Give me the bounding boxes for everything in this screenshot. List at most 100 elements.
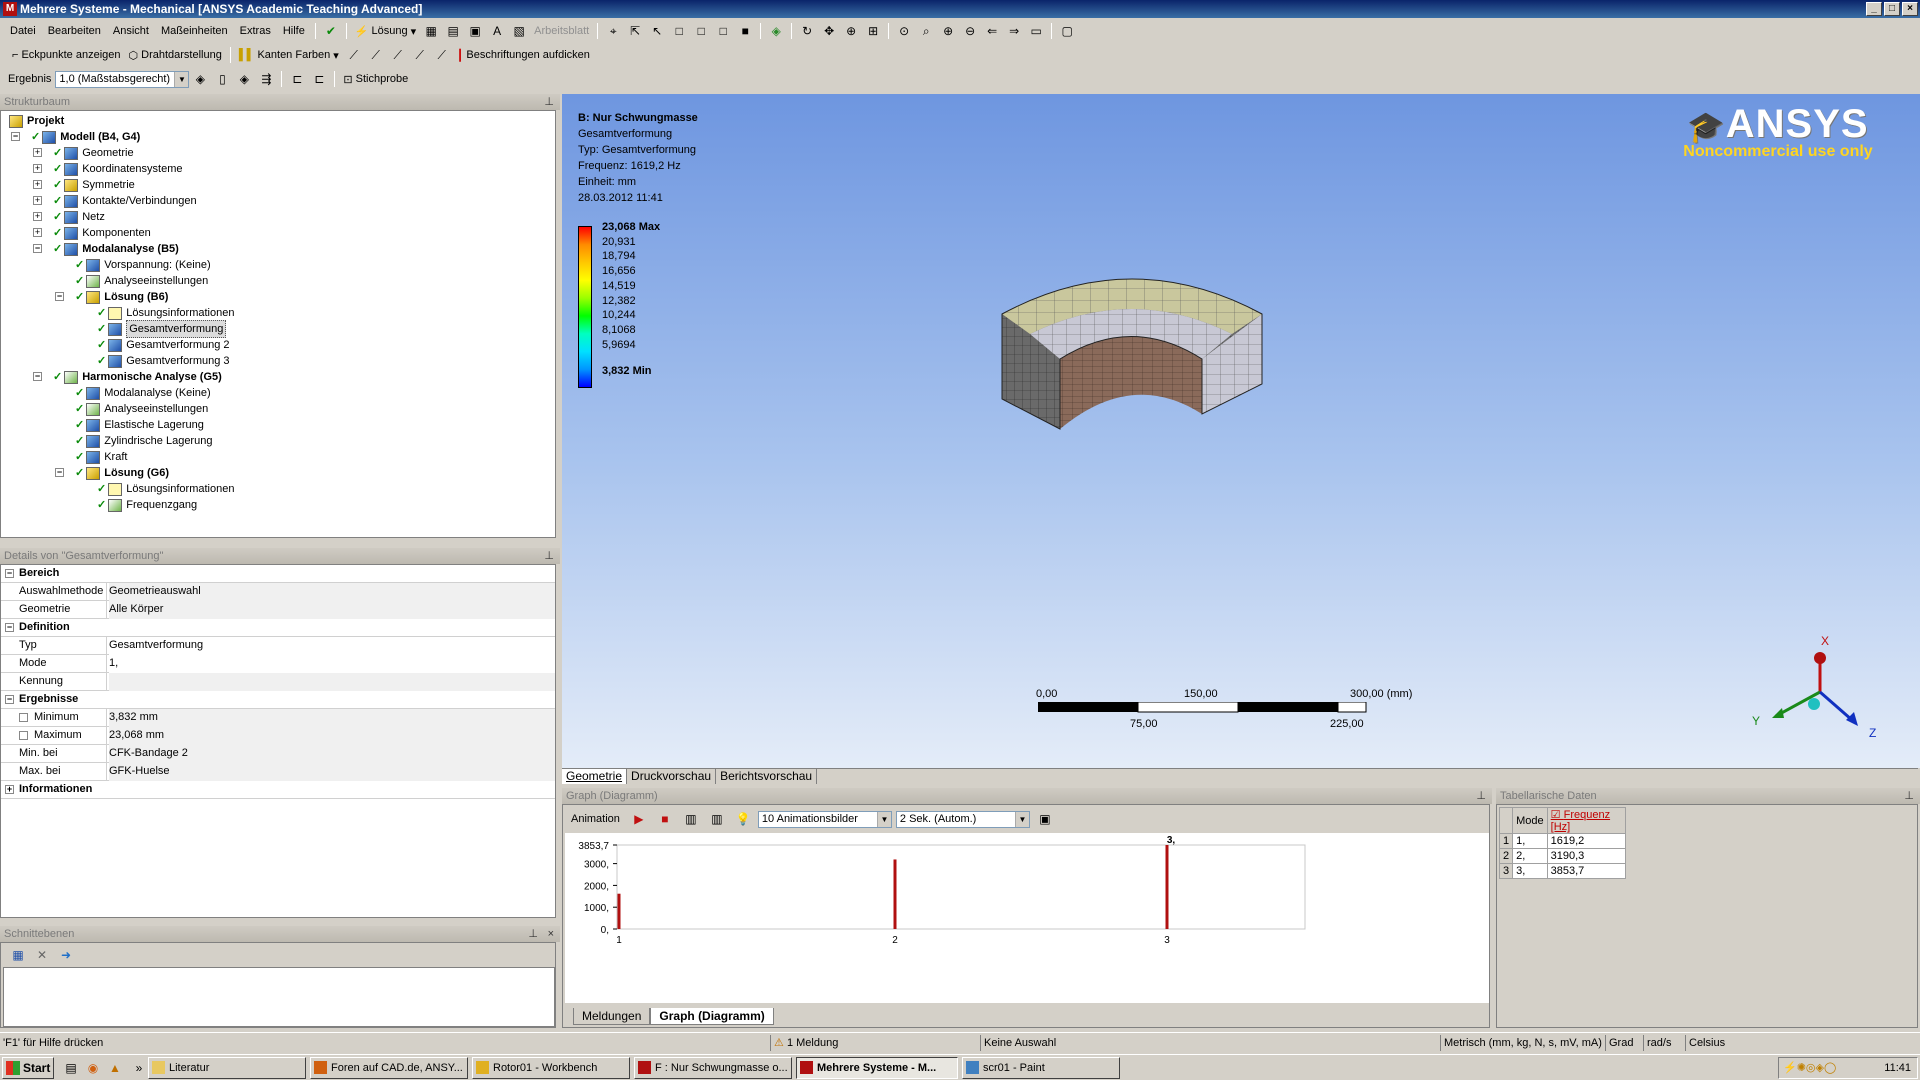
table-cell[interactable]: 3190,3 [1546, 848, 1626, 864]
tree-item[interactable]: − ✓ Modell (B4, G4) [11, 129, 140, 145]
min-label-icon[interactable]: ⊏ [310, 70, 328, 88]
geometry-display-icon[interactable]: ◈ [191, 70, 209, 88]
face-select-icon[interactable]: □ [714, 22, 732, 40]
vertex-select-icon[interactable]: □ [670, 22, 688, 40]
column-header[interactable]: Mode [1512, 807, 1548, 834]
frequency-chart-area[interactable]: 0, 1000, 2000, 3000, 3853,7 1 2 3 3, [565, 833, 1489, 1003]
tree-item[interactable]: ✓ Gesamtverformung 2 [97, 337, 230, 353]
expand-icon[interactable]: + [33, 148, 42, 157]
tree-item[interactable]: + ✓ Komponenten [33, 225, 151, 241]
tree-item[interactable]: + ✓ Geometrie [33, 145, 134, 161]
row-value[interactable]: Geometrieauswahl [109, 583, 555, 601]
expand-icon[interactable]: + [33, 196, 42, 205]
tree-item[interactable]: − ✓ Lösung (G6) [55, 465, 169, 481]
new-section-plane-icon[interactable]: ▦ [9, 946, 27, 964]
checkbox-checked-icon[interactable]: ☑ [1551, 809, 1561, 821]
group-informationen[interactable]: + Informationen [1, 781, 555, 799]
expand-icon[interactable]: + [33, 164, 42, 173]
menu-ansicht[interactable]: Ansicht [107, 25, 155, 37]
viewport-layout-icon[interactable]: ▢ [1058, 22, 1076, 40]
tab-meldungen[interactable]: Meldungen [573, 1008, 651, 1025]
group-definition[interactable]: − Definition [1, 619, 555, 637]
pin-icon[interactable]: ⊥ [544, 548, 554, 564]
ansys-quicklaunch-icon[interactable]: ▲ [106, 1059, 124, 1077]
status-temperature[interactable]: Celsius [1685, 1035, 1920, 1051]
collapse-icon[interactable]: − [5, 569, 14, 578]
export-video-icon[interactable]: ▣ [1036, 810, 1054, 828]
row-value[interactable] [109, 673, 555, 691]
table-row[interactable]: 3 3, 3853,7 [1498, 863, 1626, 879]
tray-icons[interactable]: ⚡✺◎◈◯ [1783, 1058, 1836, 1078]
collapse-icon[interactable]: − [33, 244, 42, 253]
next-view-icon[interactable]: ⇒ [1005, 22, 1023, 40]
tree-item[interactable]: ✓ Analyseeinstellungen [75, 273, 208, 289]
close-icon[interactable]: × [548, 926, 554, 942]
zoom-icon[interactable]: ⊕ [842, 22, 860, 40]
edge-style-3-icon[interactable]: ⟋ [389, 46, 407, 64]
row-typ[interactable]: Typ Gesamtverformung [1, 637, 555, 655]
zoom-box-icon[interactable]: ⊞ [864, 22, 882, 40]
magnifier-icon[interactable]: ⌕ [917, 22, 935, 40]
wireframe-button[interactable]: ⬡ Drahtdarstellung [125, 49, 226, 62]
start-button[interactable]: Start [2, 1057, 54, 1079]
body-select-icon[interactable]: ■ [736, 22, 754, 40]
parameter-checkbox[interactable] [19, 730, 28, 740]
result-sets-icon[interactable]: ▥ [708, 810, 726, 828]
pin-icon[interactable]: ⊥ [1476, 788, 1486, 804]
lightbulb-icon[interactable]: 💡 [734, 810, 752, 828]
explorer-quicklaunch-icon[interactable]: ▤ [62, 1059, 80, 1077]
menu-datei[interactable]: Datei [4, 25, 42, 37]
task-paint[interactable]: scr01 - Paint [962, 1057, 1120, 1079]
worksheet-button[interactable]: Arbeitsblatt [530, 25, 593, 37]
image-icon[interactable]: ▧ [510, 22, 528, 40]
zoom-out-icon[interactable]: ⊖ [961, 22, 979, 40]
tree-item[interactable]: ✓ Frequenzgang [97, 497, 197, 513]
expand-icon[interactable]: + [33, 228, 42, 237]
axis-triad[interactable] [1762, 634, 1872, 734]
expand-icon[interactable]: + [5, 785, 14, 794]
edge-style-5-icon[interactable]: ⟋ [433, 46, 451, 64]
frequency-table[interactable]: Mode ☑ Frequenz [Hz] 1 1, 1619,2 2 2, 31… [1498, 807, 1626, 879]
status-messages[interactable]: ⚠ 1 Meldung [770, 1035, 980, 1051]
check-icon[interactable]: ✔ [322, 22, 340, 40]
menu-masseinheiten[interactable]: Maßeinheiten [155, 25, 234, 37]
row-geometrie[interactable]: Geometrie Alle Körper [1, 601, 555, 619]
thicken-annotations-button[interactable]: ┃ Beschriftungen aufdicken [453, 49, 594, 62]
tree-item[interactable]: ✓ Elastische Lagerung [75, 417, 204, 433]
model-3d[interactable] [982, 264, 1282, 444]
vector-icon[interactable]: ⇶ [257, 70, 275, 88]
tree-item[interactable]: Projekt [9, 113, 64, 129]
row-kennung[interactable]: Kennung [1, 673, 555, 691]
edge-style-2-icon[interactable]: ⟋ [367, 46, 385, 64]
tree-item[interactable]: ✓ Gesamtverformung [97, 320, 227, 338]
duration-select[interactable]: 2 Sek. (Autom.) ▼ [895, 810, 1030, 828]
edge-select-icon[interactable]: □ [692, 22, 710, 40]
row-mode[interactable]: Mode 1, [1, 655, 555, 673]
pan-icon[interactable]: ✥ [820, 22, 838, 40]
firefox-quicklaunch-icon[interactable]: ◉ [84, 1059, 102, 1077]
pin-icon[interactable]: ⊥ [528, 926, 538, 942]
task-literatur[interactable]: Literatur [148, 1057, 306, 1079]
collapse-icon[interactable]: − [5, 695, 14, 704]
zoom-in-icon[interactable]: ⊕ [939, 22, 957, 40]
tree-item[interactable]: ✓ Lösungsinformationen [97, 305, 234, 321]
tree-item[interactable]: − ✓ Lösung (B6) [55, 289, 168, 305]
row-value[interactable]: Alle Körper [109, 601, 555, 619]
task-foren[interactable]: Foren auf CAD.de, ANSY... [310, 1057, 468, 1079]
status-angle[interactable]: Grad [1605, 1035, 1643, 1051]
solve-button[interactable]: ⚡ Lösung ▾ [351, 25, 420, 38]
status-units[interactable]: Metrisch (mm, kg, N, s, mV, mA) [1440, 1035, 1605, 1051]
tree-item[interactable]: + ✓ Symmetrie [33, 177, 135, 193]
graphics-viewport[interactable]: B: Nur Schwungmasse Gesamtverformung Typ… [562, 94, 1920, 768]
expand-icon[interactable]: + [33, 212, 42, 221]
status-rotation[interactable]: rad/s [1643, 1035, 1685, 1051]
table-row[interactable]: 2 2, 3190,3 [1498, 848, 1626, 864]
previous-view-icon[interactable]: ⇐ [983, 22, 1001, 40]
tree-item[interactable]: ✓ Analyseeinstellungen [75, 401, 208, 417]
table-row[interactable]: 1 1, 1619,2 [1498, 833, 1626, 849]
frames-select[interactable]: 10 Animationsbilder ▼ [757, 810, 892, 828]
collapse-icon[interactable]: − [5, 623, 14, 632]
probe-button[interactable]: ⊡ Stichprobe [339, 73, 412, 86]
tree-item[interactable]: ✓ Kraft [75, 449, 127, 465]
group-ergebnisse[interactable]: − Ergebnisse [1, 691, 555, 709]
